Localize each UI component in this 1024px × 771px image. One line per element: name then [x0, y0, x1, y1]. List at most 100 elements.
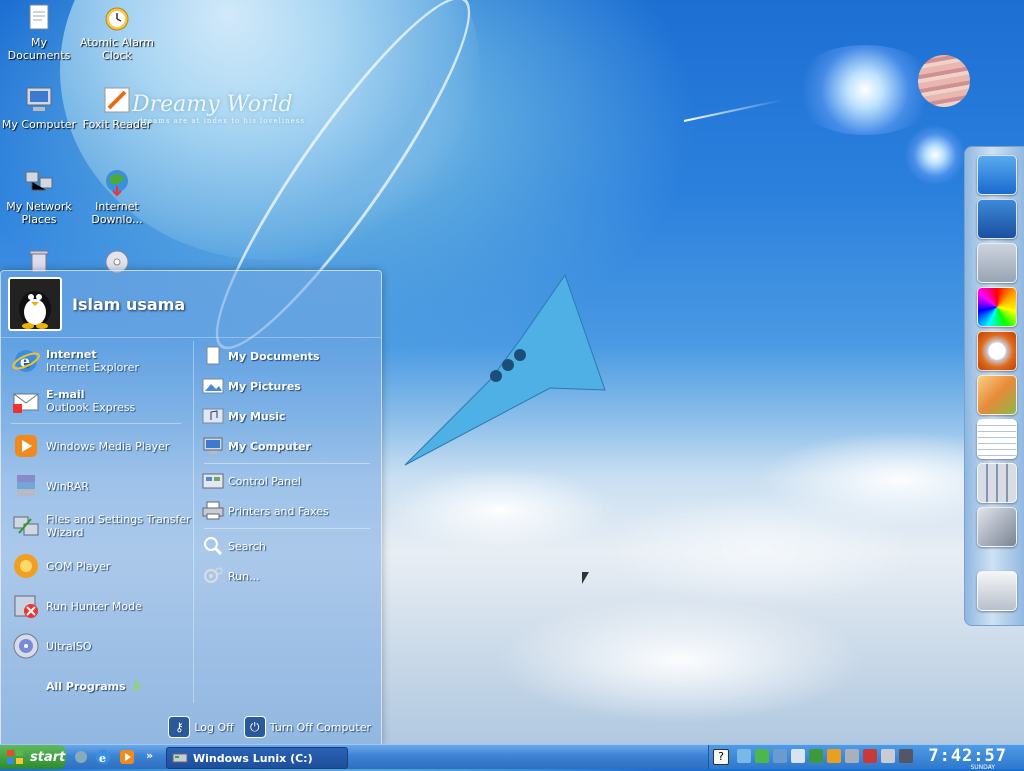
setting-printers-faxes[interactable]: Printers and Faxes [194, 496, 380, 526]
separator [11, 423, 181, 424]
ultraiso-icon [13, 633, 39, 659]
dock-calculator-icon[interactable] [977, 463, 1017, 503]
show-desktop-icon[interactable] [72, 748, 90, 766]
start-menu: Islam usama e Internet Internet Explorer … [0, 270, 382, 746]
drive-icon [172, 753, 188, 763]
dock-disc-burner-icon[interactable] [977, 331, 1017, 371]
help-icon[interactable]: ? [713, 749, 729, 765]
log-off-button[interactable]: ⚷ Log Off [168, 716, 234, 738]
desktop-icon-atomic-alarm-clock[interactable]: Atomic Alarm Clock [78, 2, 156, 62]
menu-item-files-settings-transfer[interactable]: Files and Settings Transfer Wizard [1, 506, 191, 546]
setting-control-panel[interactable]: Control Panel [194, 466, 380, 496]
user-avatar[interactable] [8, 277, 62, 331]
place-my-computer[interactable]: My Computer [194, 431, 380, 461]
menu-item-winrar[interactable]: WinRAR [1, 466, 191, 506]
internet-explorer-quicklaunch-icon[interactable]: e [94, 748, 112, 766]
wallpaper-planet [918, 55, 970, 107]
wallpaper-star [683, 99, 783, 122]
menu-item-windows-media-player[interactable]: Windows Media Player [1, 426, 191, 466]
volume-icon[interactable] [791, 749, 805, 763]
dock-gears-icon[interactable] [977, 243, 1017, 283]
menu-item-email[interactable]: E-mail Outlook Express [1, 381, 191, 421]
start-menu-header: Islam usama [1, 271, 381, 338]
printer-icon [202, 501, 224, 520]
dock-trash-icon[interactable] [977, 571, 1017, 611]
desktop-icon-my-computer[interactable]: My Computer [0, 84, 78, 131]
computer-icon [203, 437, 223, 454]
document-icon [29, 4, 49, 30]
mouse-cursor [582, 572, 589, 584]
internet-explorer-icon: e [12, 350, 40, 372]
dock-launcher-icon[interactable] [977, 155, 1017, 195]
quicklaunch-more[interactable]: » [146, 749, 153, 762]
search-icon [204, 537, 223, 556]
document-icon [206, 346, 220, 365]
all-programs-button[interactable]: All Programs [46, 679, 142, 693]
app-tray-icon[interactable] [845, 749, 859, 763]
separator [204, 463, 370, 464]
menu-item-internet[interactable]: e Internet Internet Explorer [1, 341, 191, 381]
side-dock [964, 146, 1024, 626]
winrar-icon [17, 475, 35, 496]
turn-off-button[interactable]: ⏻ Turn Off Computer [243, 716, 371, 738]
menu-item-gom-player[interactable]: GOM Player [1, 546, 191, 586]
green-tray-icon[interactable] [755, 749, 769, 763]
desktop-icon-foxit-reader[interactable]: Foxit Reader [78, 84, 156, 131]
pictures-icon [202, 378, 224, 394]
network-tray-icon[interactable] [737, 749, 751, 763]
dock-notepad-icon[interactable] [977, 419, 1017, 459]
desktop-icon-my-documents[interactable]: My Documents [0, 2, 78, 62]
desktop-icon-my-network-places[interactable]: My Network Places [0, 166, 78, 226]
dock-drawing-icon[interactable] [977, 199, 1017, 239]
start-menu-left-pane: e Internet Internet Explorer E-mail Outloo… [1, 341, 191, 666]
system-tray: ? 7:42:57 SUNDAY [708, 745, 1024, 771]
menu-item-ultraiso[interactable]: UltraISO [1, 626, 191, 666]
update-icon[interactable] [827, 749, 841, 763]
start-menu-right-pane: My Documents My Pictures My Music My Com… [193, 341, 380, 703]
penguin-icon [19, 291, 51, 329]
clock[interactable]: 7:42:57 [928, 746, 1007, 766]
network-icon [25, 171, 53, 191]
wallpaper-title: Dreamy World dreams are at index to his … [132, 92, 305, 125]
dock-paint-icon[interactable] [977, 375, 1017, 415]
device-tray-icon[interactable] [881, 749, 895, 763]
svg-text:e: e [99, 752, 106, 765]
windows-flag-icon [7, 750, 23, 764]
wallpaper-galaxy [790, 45, 940, 135]
security-tray-icon[interactable] [863, 749, 877, 763]
globe-download-icon [106, 170, 128, 197]
taskbar-window-button[interactable]: Windows Lunix (C:) [166, 747, 348, 769]
wallpaper-galaxy-small [905, 125, 965, 185]
run-icon [204, 567, 223, 583]
user-name: Islam usama [72, 294, 186, 314]
media-player-icon [15, 435, 37, 457]
arrow-right-icon [133, 679, 142, 693]
place-my-music[interactable]: My Music [194, 401, 380, 431]
start-button[interactable]: start [0, 745, 66, 769]
media-player-quicklaunch-icon[interactable] [118, 748, 136, 766]
place-my-pictures[interactable]: My Pictures [194, 371, 380, 401]
place-my-documents[interactable]: My Documents [194, 341, 380, 371]
transfer-wizard-icon [13, 516, 39, 536]
gom-player-icon [14, 554, 38, 578]
music-icon [202, 408, 224, 424]
email-icon [13, 393, 39, 413]
menu-item-run-hunter-mode[interactable]: Run Hunter Mode [1, 586, 191, 626]
dock-settings-icon[interactable] [977, 507, 1017, 547]
power-icon: ⏻ [243, 716, 266, 738]
wallpaper-plane [404, 273, 606, 466]
computer-icon [26, 87, 52, 111]
shield-icon[interactable] [809, 749, 823, 763]
dock-colors-icon[interactable] [977, 287, 1017, 327]
tool-search[interactable]: Search [194, 531, 380, 561]
connection-tray-icon[interactable] [773, 749, 787, 763]
start-menu-footer: ⚷ Log Off ⏻ Turn Off Computer [1, 709, 381, 745]
tool-run[interactable]: Run... [194, 561, 380, 591]
desktop-icon-internet-download[interactable]: Internet Downlo... [78, 166, 156, 226]
alarm-clock-icon [105, 7, 129, 31]
foxit-reader-icon [104, 87, 130, 113]
separator [204, 528, 370, 529]
taskbar: start e » Windows Lunix (C:) ? 7:42:57 S… [0, 744, 1024, 771]
monitor-tray-icon[interactable] [899, 749, 913, 763]
hunter-mode-icon [14, 595, 38, 618]
